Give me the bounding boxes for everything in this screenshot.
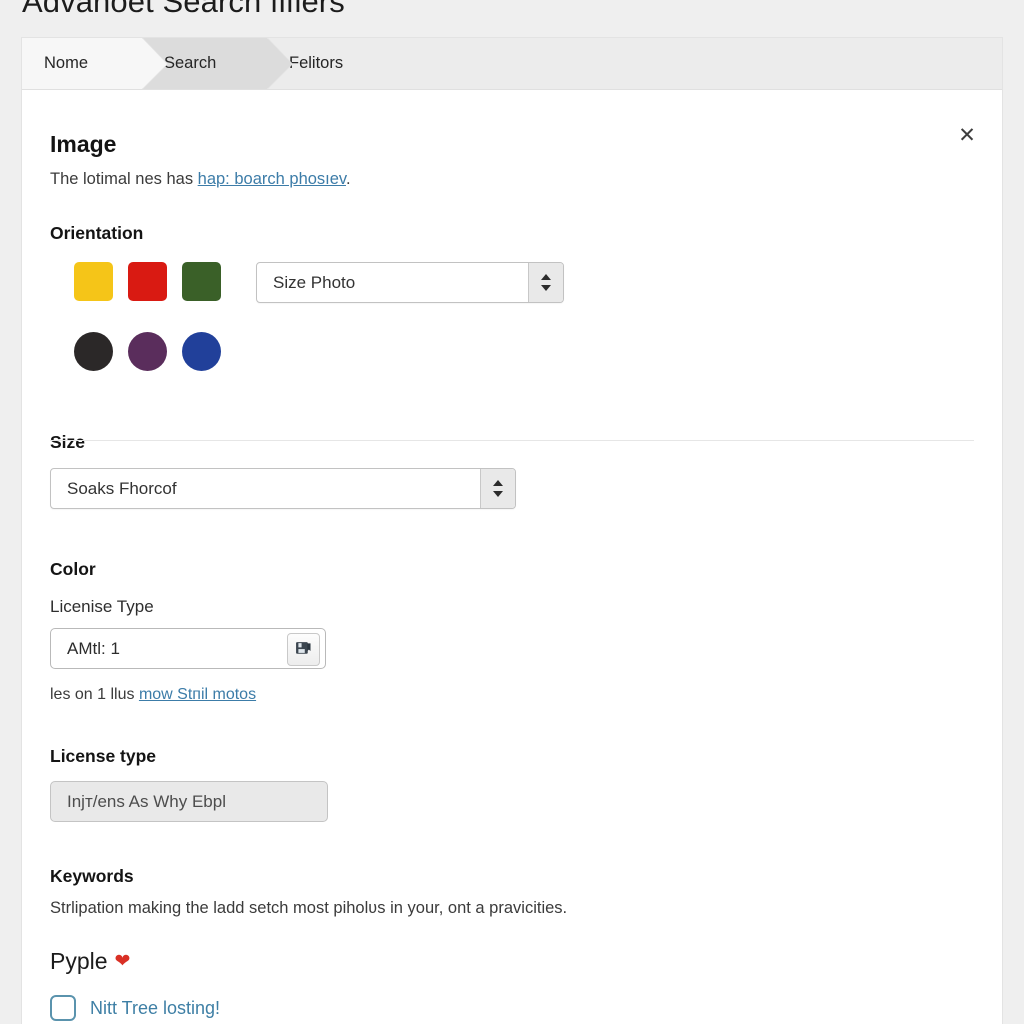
checkbox-row: Nitt Tree losting! [50, 995, 974, 1021]
image-section-description: The lotimal nes has hap: boarch phosıev. [50, 170, 974, 189]
swatch-black[interactable] [74, 332, 113, 371]
helper-text-link[interactable]: mow Stпil motos [139, 686, 256, 703]
breadcrumb-tabbar: Nome Search Felitors [22, 38, 1002, 90]
chevron-right-icon [267, 38, 292, 89]
tree-losting-label[interactable]: Nitt Tree losting! [90, 998, 220, 1019]
swatch-row-circles [74, 332, 221, 371]
close-icon[interactable]: ✕ [952, 120, 982, 150]
orientation-swatch-block: Size Photo [50, 262, 974, 380]
description-text: The lotimal nes has [50, 170, 198, 188]
swatch-gold[interactable] [74, 262, 113, 301]
orientation-heading: Orientation [50, 223, 144, 243]
image-section-title: Image [50, 131, 117, 157]
breadcrumb-label: Felitors [289, 54, 344, 72]
search-filters-panel: Nome Search Felitors ✕ Image The lotimal… [22, 38, 1002, 1024]
orientation-spinner-input[interactable]: Size Photo [256, 262, 564, 303]
color-heading: Color [50, 559, 96, 579]
size-spinner-input[interactable]: Soaks Fhorcof [50, 468, 516, 509]
spinner-down-icon[interactable] [493, 491, 503, 497]
spinner-stepper[interactable] [528, 263, 563, 302]
swatch-blue[interactable] [182, 332, 221, 371]
color-license-value: AMtl: 1 [67, 638, 120, 658]
size-spinner-value: Soaks Fhorcof [67, 478, 177, 498]
color-sub-label: Licenise Type [50, 597, 154, 616]
swatch-red[interactable] [128, 262, 167, 301]
color-helper-text: les on 1 llus mow Stпil motos [50, 686, 974, 704]
swatch-purple[interactable] [128, 332, 167, 371]
save-disk-icon[interactable] [287, 633, 320, 666]
spinner-up-icon[interactable] [493, 480, 503, 486]
helper-text-plain: les on 1 llus [50, 686, 139, 703]
pyple-label: Pyple [50, 948, 108, 974]
swatch-row-squares [74, 262, 221, 301]
pyple-row: Pyple ❤ [50, 948, 974, 975]
spinner-down-icon[interactable] [541, 285, 551, 291]
heart-icon: ❤ [114, 951, 131, 972]
description-link[interactable]: hap: boarch phosıev [198, 170, 346, 188]
orientation-spinner-value: Size Photo [273, 272, 356, 292]
color-license-input[interactable]: AMtl: 1 [50, 628, 326, 669]
page-title: Advanoet Search fifiers [22, 0, 345, 19]
size-heading: Size [50, 432, 86, 452]
breadcrumb-item-nome[interactable]: Nome [22, 38, 168, 89]
tree-losting-checkbox[interactable] [50, 995, 76, 1021]
breadcrumb-label: Search [164, 54, 217, 72]
license-type-heading: License type [50, 746, 157, 766]
keywords-heading: Keywords [50, 866, 134, 886]
keywords-description: Strlipation making the ladd setch most p… [50, 899, 568, 917]
panel-body: ✕ Image The lotimal nes has hap: boarch … [22, 90, 1002, 1021]
breadcrumb-label: Nome [44, 54, 89, 72]
swatch-green[interactable] [182, 262, 221, 301]
spinner-stepper[interactable] [480, 469, 515, 508]
license-type-input[interactable]: Injт/ens As Why Ebpl [50, 781, 328, 822]
description-tail: . [345, 170, 351, 188]
spinner-up-icon[interactable] [541, 274, 551, 280]
section-divider [50, 440, 974, 441]
chevron-right-icon [142, 38, 167, 89]
